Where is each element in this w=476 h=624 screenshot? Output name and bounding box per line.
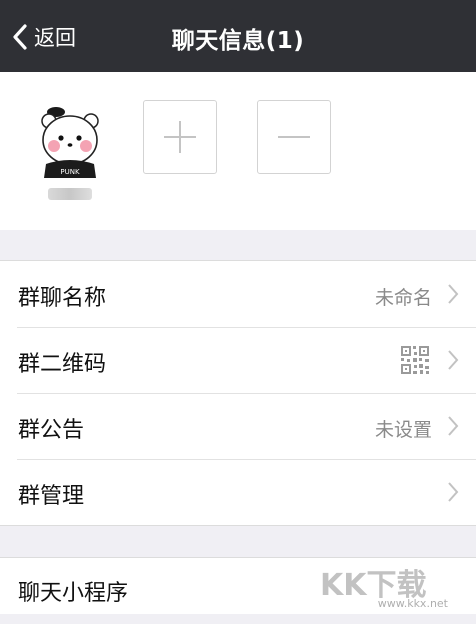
minus-icon — [278, 136, 310, 138]
qr-code-icon — [401, 346, 429, 374]
row-label: 群二维码 — [18, 352, 107, 377]
group-management-row[interactable]: 群管理 — [0, 459, 476, 525]
row-label: 群管理 — [18, 484, 85, 509]
page-title: 聊天信息(1) — [171, 28, 305, 54]
chat-mini-program-row[interactable]: 聊天小程序 — [0, 558, 476, 624]
add-member-button[interactable] — [143, 100, 217, 174]
chevron-right-icon — [448, 284, 459, 304]
member-item[interactable]: PUNK — [30, 98, 110, 200]
plus-icon — [164, 121, 196, 153]
row-value: 未命名 — [374, 287, 432, 309]
row-value: 未设置 — [374, 419, 432, 441]
group-name-row[interactable]: 群聊名称 未命名 — [0, 261, 476, 327]
group-announcement-row[interactable]: 群公告 未设置 — [0, 393, 476, 459]
group-settings-list: 群聊名称 未命名 群二维码 群公告 未设置 群管理 — [0, 260, 476, 526]
group-qr-code-row[interactable]: 群二维码 — [0, 327, 476, 393]
chevron-right-icon — [448, 350, 459, 370]
navigation-bar: 返回 聊天信息(1) — [0, 0, 476, 72]
row-label: 聊天小程序 — [18, 581, 129, 606]
chevron-right-icon — [448, 482, 459, 502]
member-panel: PUNK — [0, 72, 476, 230]
member-name-blurred — [48, 188, 92, 200]
chevron-right-icon — [448, 416, 459, 436]
row-label: 群公告 — [18, 418, 85, 443]
avatar-badge: PUNK — [60, 168, 80, 176]
row-label: 群聊名称 — [18, 286, 107, 311]
mini-program-list: 聊天小程序 — [0, 557, 476, 614]
bear-avatar-icon: PUNK — [30, 98, 110, 178]
remove-member-button[interactable] — [257, 100, 331, 174]
